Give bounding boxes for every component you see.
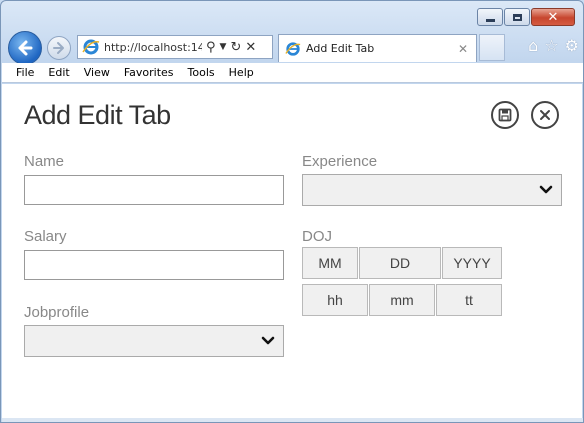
settings-gear-icon[interactable]: ⚙ (565, 36, 579, 55)
back-arrow-icon (18, 40, 33, 56)
forward-arrow-icon (53, 42, 64, 54)
refresh-icon[interactable]: ↻ (230, 40, 241, 55)
new-tab-button[interactable] (479, 34, 505, 61)
menu-view[interactable]: View (84, 66, 110, 79)
close-button[interactable] (531, 101, 559, 129)
doj-hour-field[interactable]: hh (302, 284, 368, 316)
stop-icon[interactable]: ✕ (245, 40, 256, 55)
save-button[interactable] (491, 101, 519, 129)
experience-label: Experience (302, 153, 378, 170)
maximize-button[interactable] (504, 8, 530, 26)
minimize-button[interactable] (477, 8, 503, 26)
close-window-button[interactable]: ✕ (531, 8, 575, 26)
name-label: Name (24, 153, 65, 170)
doj-year-field[interactable]: YYYY (442, 247, 502, 279)
home-icon[interactable]: ⌂ (528, 36, 538, 55)
chevron-down-icon (261, 336, 275, 345)
browser-tab[interactable]: Add Edit Tab ✕ (278, 34, 477, 62)
doj-ampm-field[interactable]: tt (436, 284, 502, 316)
browser-toolbar-icons: ⌂ ☆ ⚙ (528, 36, 579, 55)
navigation-bar: http://localhost:149 ⚲ ▼ ↻ ✕ Add Edit Ta… (1, 31, 583, 65)
menu-favorites[interactable]: Favorites (124, 66, 174, 79)
minimize-icon (485, 18, 495, 22)
window-controls: ✕ (476, 8, 575, 26)
jobprofile-select[interactable] (24, 325, 284, 357)
jobprofile-label: Jobprofile (24, 304, 90, 321)
ie-page-icon (82, 39, 100, 55)
doj-label: DOJ (302, 228, 332, 245)
browser-window: ✕ http://localhost:149 ⚲ ▼ ↻ ✕ Add Edit … (0, 0, 584, 423)
dropdown-icon[interactable]: ▼ (220, 42, 227, 52)
salary-label: Salary (24, 228, 67, 245)
address-url[interactable]: http://localhost:149 (104, 41, 202, 54)
favorites-star-icon[interactable]: ☆ (544, 36, 558, 55)
chevron-down-icon (539, 185, 553, 194)
close-tab-icon[interactable]: ✕ (458, 42, 468, 56)
close-icon: ✕ (547, 9, 559, 25)
save-icon (498, 108, 512, 122)
menu-file[interactable]: File (16, 66, 34, 79)
doj-minute-field[interactable]: mm (369, 284, 435, 316)
menu-tools[interactable]: Tools (188, 66, 215, 79)
doj-day-field[interactable]: DD (359, 247, 441, 279)
forward-button[interactable] (47, 36, 71, 60)
salary-input[interactable] (24, 250, 284, 280)
close-x-icon (540, 110, 550, 120)
experience-select[interactable] (302, 174, 562, 206)
status-bar (2, 418, 583, 422)
page-content: Add Edit Tab Name Salary Jobprofile Expe… (2, 84, 582, 418)
tab-title: Add Edit Tab (306, 42, 375, 55)
ie-tab-icon (285, 41, 301, 56)
name-input[interactable] (24, 175, 284, 205)
back-button[interactable] (8, 31, 42, 65)
menu-edit[interactable]: Edit (48, 66, 69, 79)
doj-month-field[interactable]: MM (302, 247, 358, 279)
menu-help[interactable]: Help (229, 66, 254, 79)
address-bar[interactable]: http://localhost:149 ⚲ ▼ ↻ ✕ (77, 35, 273, 59)
page-title: Add Edit Tab (24, 100, 171, 130)
search-icon[interactable]: ⚲ (206, 40, 216, 55)
maximize-icon (512, 13, 522, 21)
menu-bar: File Edit View Favorites Tools Help (2, 63, 583, 83)
